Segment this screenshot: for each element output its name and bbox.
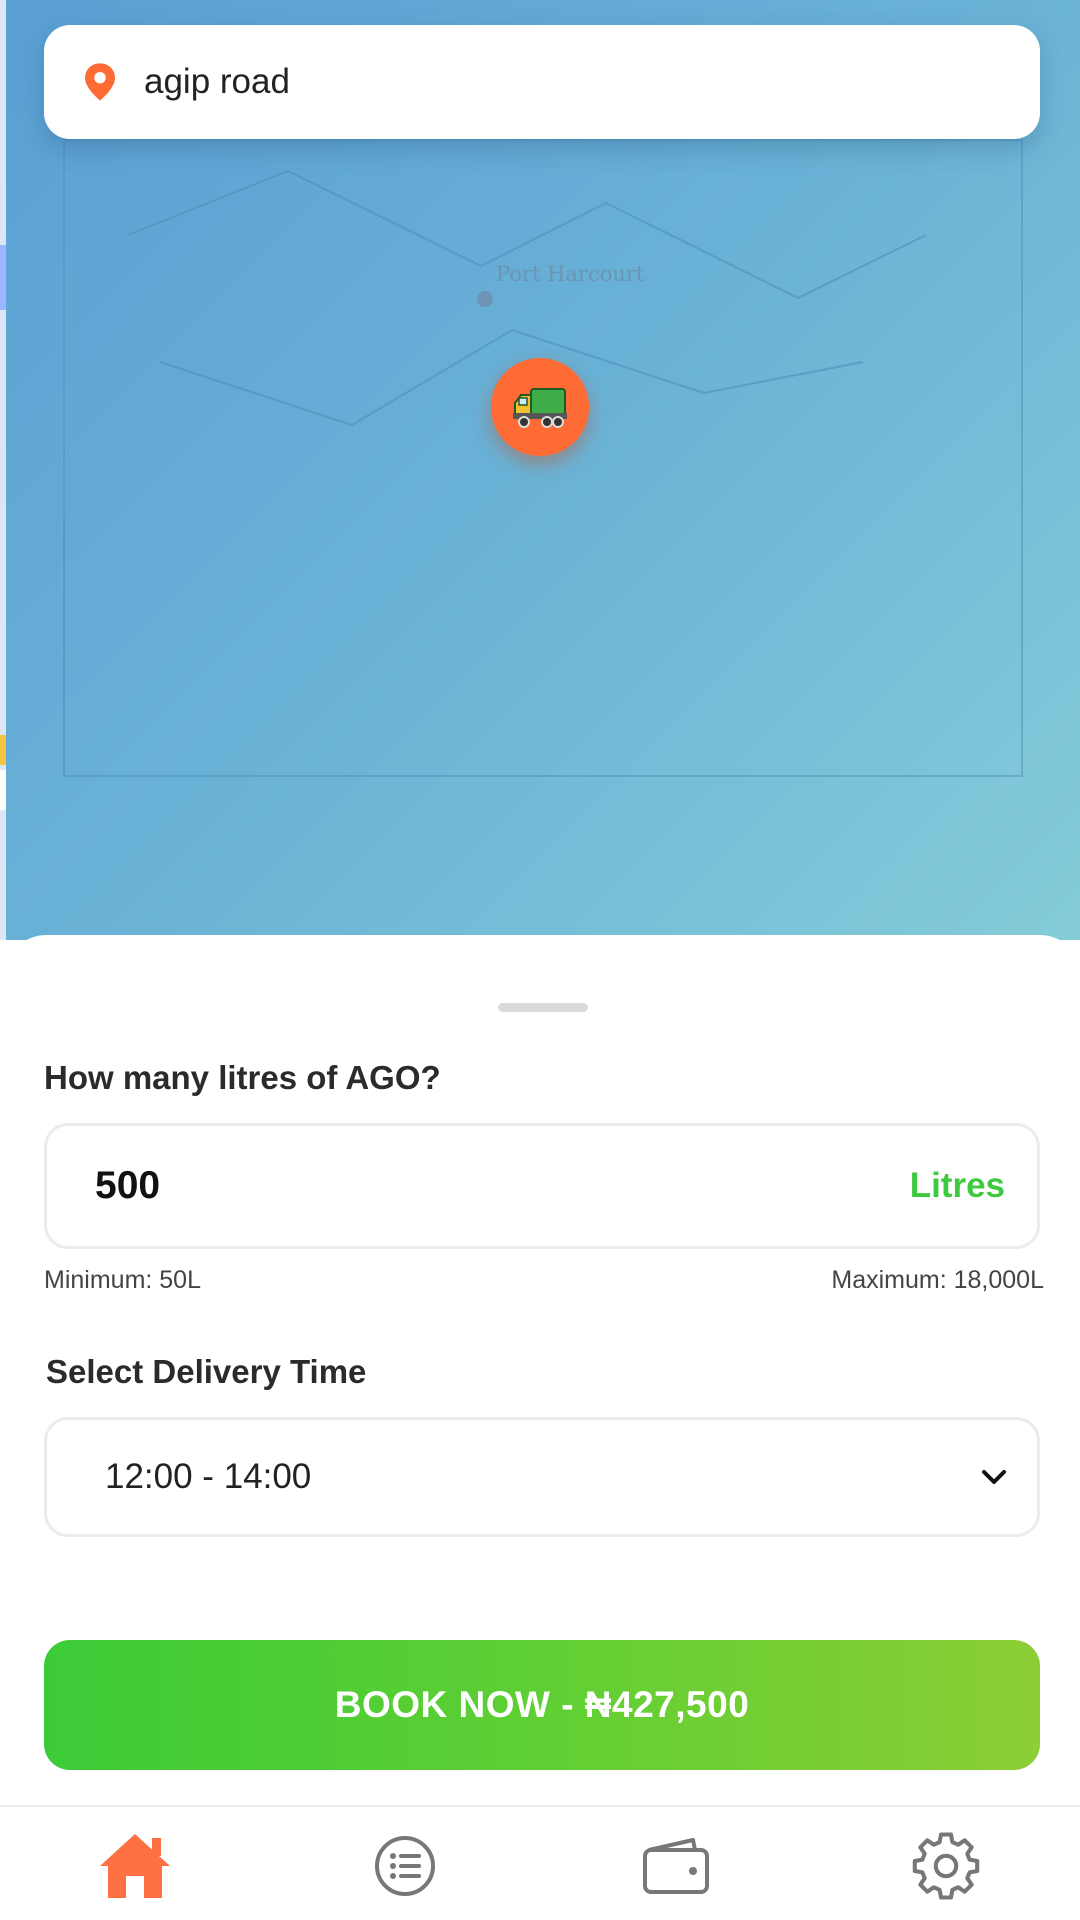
book-now-button[interactable]: BOOK NOW - ₦427,500 <box>44 1640 1040 1770</box>
nav-home[interactable] <box>90 1821 180 1911</box>
minimum-hint: Minimum: 50L <box>44 1266 201 1294</box>
sheet-drag-handle[interactable] <box>498 1003 588 1012</box>
delivery-time-value: 12:00 - 14:00 <box>105 1457 312 1496</box>
litres-unit-label: Litres <box>909 1166 1005 1205</box>
chevron-down-icon <box>982 1470 1006 1484</box>
litres-value[interactable]: 500 <box>95 1164 160 1208</box>
location-search-bar[interactable]: agip road <box>44 25 1040 139</box>
city-dot <box>477 291 493 307</box>
book-now-label: BOOK NOW - ₦427,500 <box>334 1684 750 1725</box>
delivery-time-label: Select Delivery Time <box>46 1353 367 1390</box>
nav-settings[interactable] <box>901 1821 991 1911</box>
litres-question-label: How many litres of AGO? <box>44 1059 441 1096</box>
nav-orders[interactable] <box>360 1821 450 1911</box>
truck-marker[interactable] <box>491 358 589 456</box>
truck-icon <box>513 388 567 428</box>
location-pin-icon <box>85 63 115 101</box>
bottom-navigation <box>0 1805 1080 1920</box>
gear-icon <box>912 1832 980 1900</box>
map-roads <box>63 139 1023 777</box>
home-icon <box>100 1834 170 1898</box>
wallet-icon <box>643 1838 709 1894</box>
list-icon <box>375 1836 435 1896</box>
location-search-input[interactable]: agip road <box>144 62 290 102</box>
city-label: Port Harcourt <box>496 262 645 286</box>
maximum-hint: Maximum: 18,000L <box>831 1266 1044 1294</box>
nav-wallet[interactable] <box>631 1821 721 1911</box>
app-screen: Port Harcourt agip road How many litres … <box>0 0 1080 1920</box>
litres-input-field[interactable]: 500 Litres <box>44 1123 1040 1249</box>
map-view[interactable]: Port Harcourt <box>6 0 1080 940</box>
order-bottom-sheet: How many litres of AGO? 500 Litres Minim… <box>6 935 1080 1605</box>
delivery-time-select[interactable]: 12:00 - 14:00 <box>44 1417 1040 1537</box>
